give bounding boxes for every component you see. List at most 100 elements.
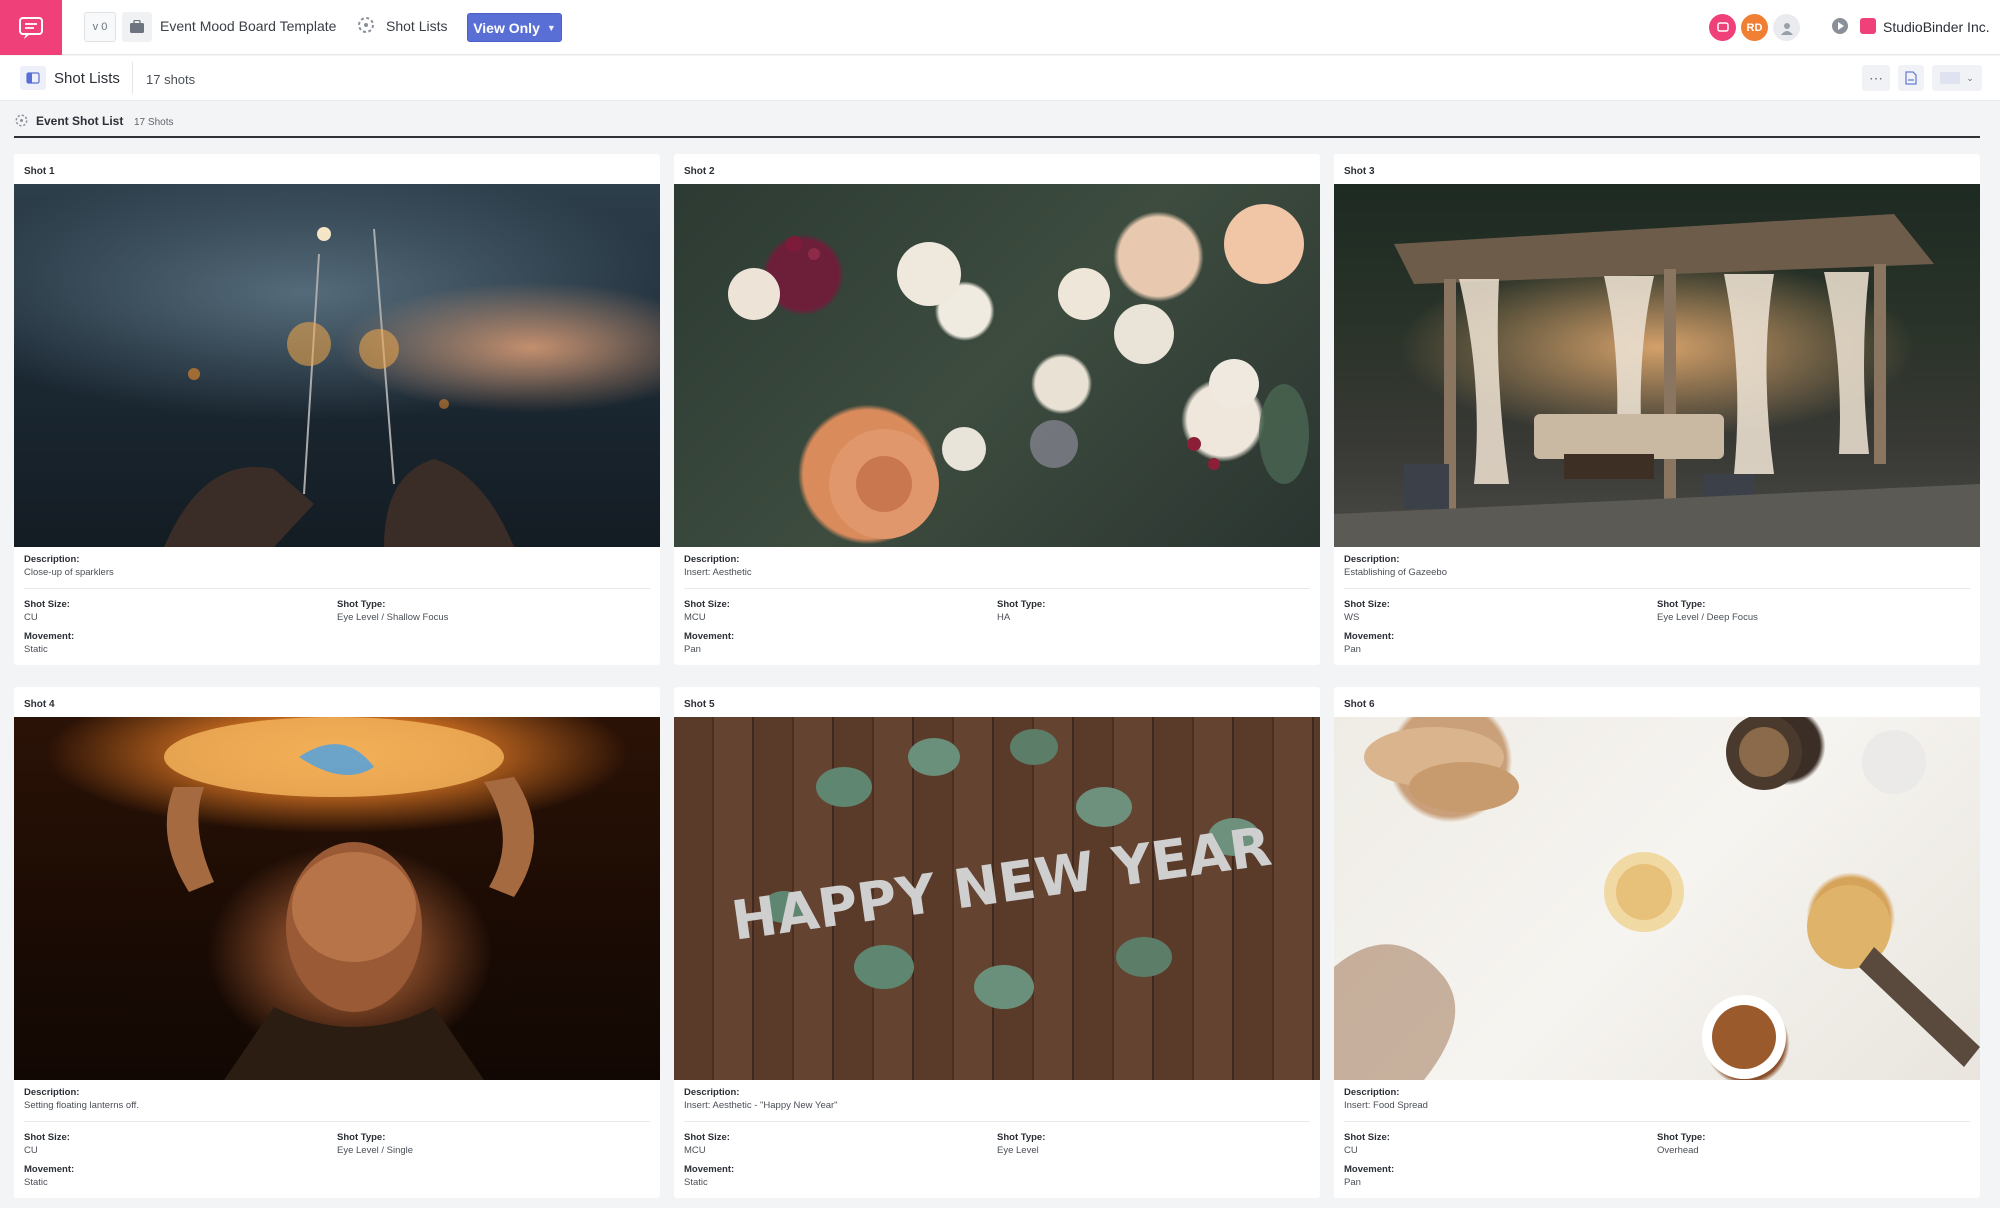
divider xyxy=(132,62,133,94)
sparklers-illustration xyxy=(164,227,514,547)
description-label: Description: xyxy=(684,554,740,565)
project-icon-button[interactable] xyxy=(122,12,152,42)
description-block: Description: Insert: Aesthetic xyxy=(684,554,1310,589)
movement-label: Movement: xyxy=(684,1164,735,1175)
shot-size-value: MCU xyxy=(684,612,706,623)
user-icon xyxy=(1780,22,1793,35)
avatar-icon-user[interactable] xyxy=(1709,14,1736,41)
shot-size-label: Shot Size: xyxy=(24,1132,70,1143)
shot-type-label: Shot Type: xyxy=(337,1132,386,1143)
shot-list-icon xyxy=(356,15,376,40)
shot-size-label: Shot Size: xyxy=(684,599,730,610)
shot-type-label: Shot Type: xyxy=(997,599,1046,610)
shot-card[interactable]: Shot 5 HAPPY NEW YEAR Description: Inser… xyxy=(674,687,1320,1198)
shot-size-label: Shot Size: xyxy=(684,1132,730,1143)
shot-list-header: Event Shot List 17 Shots xyxy=(14,102,1980,138)
shot-label: Shot 1 xyxy=(24,166,55,177)
panel-icon xyxy=(26,72,40,84)
shot-type-label: Shot Type: xyxy=(997,1132,1046,1143)
flowers-illustration xyxy=(728,204,1309,539)
movement-label: Movement: xyxy=(684,631,735,642)
avatar-guest[interactable] xyxy=(1773,14,1800,41)
shots-grid: Shot 1 Description: Close-up of sparkler… xyxy=(14,154,1980,1208)
shot-count: 17 shots xyxy=(146,72,196,87)
chevron-down-icon: ▼ xyxy=(546,22,556,33)
movement-value: Static xyxy=(24,644,48,655)
shot-image[interactable] xyxy=(1334,184,1980,547)
movement-value: Static xyxy=(684,1177,708,1188)
shot-type-label: Shot Type: xyxy=(337,599,386,610)
description-value: Insert: Food Spread xyxy=(1344,1100,1428,1111)
shot-type-value: Overhead xyxy=(1657,1145,1699,1156)
description-block: Description: Insert: Food Spread xyxy=(1344,1087,1970,1122)
description-value: Establishing of Gazeebo xyxy=(1344,567,1447,578)
shot-card[interactable]: Shot 4 Description: Setting floating lan… xyxy=(14,687,660,1198)
shot-label: Shot 5 xyxy=(684,699,715,710)
shot-list-title[interactable]: Event Shot List xyxy=(36,114,123,128)
shot-image[interactable] xyxy=(1334,717,1980,1080)
shot-type-value: HA xyxy=(997,612,1011,623)
description-value: Insert: Aesthetic xyxy=(684,567,752,578)
sidebar-toggle-button[interactable] xyxy=(20,66,46,90)
shot-list-icon xyxy=(14,113,29,133)
description-value: Close-up of sparklers xyxy=(24,567,114,578)
avatar-initials[interactable]: RD xyxy=(1741,14,1768,41)
movement-label: Movement: xyxy=(1344,1164,1395,1175)
project-title[interactable]: Event Mood Board Template xyxy=(160,18,336,34)
shot-card[interactable]: Shot 6 Description: Insert: Food Spread xyxy=(1334,687,1980,1198)
lantern-illustration xyxy=(164,717,534,1080)
shot-card[interactable]: Shot 2 Description: Insert: Aesthetic Sh… xyxy=(674,154,1320,665)
shot-size-label: Shot Size: xyxy=(24,599,70,610)
shot-size-value: MCU xyxy=(684,1145,706,1156)
version-label: v 0 xyxy=(92,21,108,33)
shot-image[interactable]: HAPPY NEW YEAR xyxy=(674,717,1320,1080)
description-block: Description: Close-up of sparklers xyxy=(24,554,650,589)
sub-header: Shot Lists 17 shots ⋯ ⌄ xyxy=(0,56,2000,101)
movement-value: Pan xyxy=(1344,1177,1361,1188)
movement-value: Pan xyxy=(684,644,701,655)
shot-image[interactable] xyxy=(674,184,1320,547)
view-only-dropdown[interactable]: View Only ▼ xyxy=(467,13,562,42)
export-button[interactable] xyxy=(1898,65,1924,91)
top-bar: v 0 Event Mood Board Template Shot Lists… xyxy=(0,0,2000,55)
food-spread-illustration xyxy=(1334,717,1980,1080)
description-block: Description: Establishing of Gazeebo xyxy=(1344,554,1970,589)
shot-label: Shot 6 xyxy=(1344,699,1375,710)
happy-new-year-illustration: HAPPY NEW YEAR xyxy=(728,729,1275,1009)
shot-details: Description: Establishing of Gazeebo Sho… xyxy=(1334,547,1980,665)
company-name[interactable]: StudioBinder Inc. xyxy=(1883,19,1990,35)
shot-type-value: Eye Level xyxy=(997,1145,1039,1156)
layout-view-dropdown[interactable]: ⌄ xyxy=(1932,65,1982,91)
movement-value: Static xyxy=(24,1177,48,1188)
shot-details: Description: Insert: Food Spread Shot Si… xyxy=(1334,1080,1980,1198)
heart-chat-icon xyxy=(1716,21,1729,32)
shot-details: Description: Close-up of sparklers Shot … xyxy=(14,547,660,665)
shot-label: Shot 2 xyxy=(684,166,715,177)
shot-image[interactable] xyxy=(14,717,660,1080)
page-title: Shot Lists xyxy=(54,70,120,87)
description-block: Description: Setting floating lanterns o… xyxy=(24,1087,650,1122)
shot-size-label: Shot Size: xyxy=(1344,1132,1390,1143)
ellipsis-icon: ⋯ xyxy=(1869,69,1883,86)
shot-size-value: WS xyxy=(1344,612,1360,623)
shot-image[interactable] xyxy=(14,184,660,547)
shot-card[interactable]: Shot 1 Description: Close-up of sparkler… xyxy=(14,154,660,665)
nav-shot-lists[interactable]: Shot Lists xyxy=(386,18,447,34)
shot-size-value: CU xyxy=(24,612,38,623)
movement-label: Movement: xyxy=(24,1164,75,1175)
description-label: Description: xyxy=(1344,1087,1400,1098)
company-logo-icon xyxy=(1860,18,1876,34)
shot-size-value: CU xyxy=(1344,1145,1358,1156)
more-options-button[interactable]: ⋯ xyxy=(1862,65,1890,91)
play-icon[interactable] xyxy=(1831,17,1849,40)
document-icon xyxy=(1905,71,1917,85)
description-block: Description: Insert: Aesthetic - "Happy … xyxy=(684,1087,1310,1122)
shot-card[interactable]: Shot 3 Description: Establishing of Gaze… xyxy=(1334,154,1980,665)
version-button[interactable]: v 0 xyxy=(84,12,116,42)
description-label: Description: xyxy=(24,1087,80,1098)
movement-label: Movement: xyxy=(24,631,75,642)
app-logo[interactable] xyxy=(0,0,62,55)
shot-size-value: CU xyxy=(24,1145,38,1156)
shot-details: Description: Insert: Aesthetic - "Happy … xyxy=(674,1080,1320,1198)
avatar-initials-label: RD xyxy=(1746,21,1763,34)
